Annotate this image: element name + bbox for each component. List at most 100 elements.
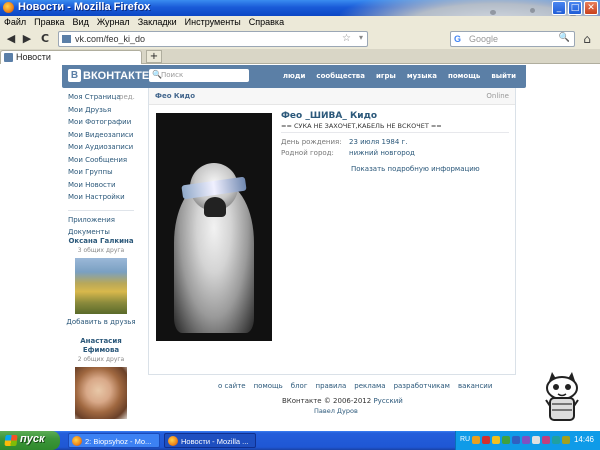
menu-item-apps[interactable]: Приложения	[68, 216, 138, 229]
url-text[interactable]: vk.com/feo_ki_do	[75, 34, 145, 44]
search-placeholder: Google	[469, 34, 499, 44]
friend-common: 3 общих друга	[77, 247, 125, 254]
menu-item-label: Моя Страница	[68, 93, 121, 101]
taskbar-clock[interactable]: 14:46	[574, 435, 594, 444]
friend-photo[interactable]	[75, 367, 127, 419]
footer-copyright: ВКонтакте © 2006-2012 Русский	[282, 397, 403, 405]
vk-nav-help[interactable]: помощь	[448, 72, 480, 80]
tab-bar: Новости +	[0, 49, 600, 64]
taskbar-item-label: 2: Biopsyhoz - Mo...	[85, 437, 152, 446]
home-icon[interactable]: ⌂	[580, 32, 594, 46]
footer-link-help[interactable]: помощь	[254, 382, 283, 390]
vk-logo-text: ВКОНТАКТЕ	[83, 69, 150, 82]
menu-item-friends[interactable]: Мои Друзья	[68, 106, 138, 119]
start-button[interactable]: пуск	[0, 431, 60, 450]
friend-name[interactable]: Оксана Галкина	[66, 237, 136, 246]
forward-icon[interactable]: ▶	[20, 31, 34, 47]
tray-app-icon[interactable]	[522, 436, 530, 444]
language-indicator[interactable]: RU	[460, 436, 470, 443]
field-value[interactable]: нижний новгород	[349, 149, 415, 157]
profile-divider	[281, 132, 509, 133]
vk-nav-music[interactable]: музыка	[407, 72, 437, 80]
footer-link-ads[interactable]: реклама	[354, 382, 385, 390]
profile-box: Фео Кидо Online Фео _ШИВА_ Кидо == СУКА …	[148, 88, 516, 375]
site-favicon-icon	[62, 35, 71, 43]
url-bar[interactable]: vk.com/feo_ki_do ☆ ▾	[58, 31, 368, 47]
footer-link-blog[interactable]: блог	[291, 382, 308, 390]
menu-tools[interactable]: Инструменты	[181, 16, 245, 29]
menu-item-my-page[interactable]: Моя Страница ред.	[68, 93, 138, 106]
bookmark-star-icon[interactable]: ☆	[342, 33, 351, 44]
footer-author-link[interactable]: Павел Дуров	[314, 407, 358, 415]
profile-status[interactable]: == СУКА НЕ ЗАХОЧЕТ,КАБЕЛЬ НЕ ВСКОЧЕТ ==	[281, 122, 442, 130]
footer-link-about[interactable]: о сайте	[218, 382, 246, 390]
friend-suggestion: Оксана Галкина 3 общих друга Добавить в …	[66, 237, 136, 326]
reload-icon[interactable]: C	[38, 31, 52, 47]
footer-link-jobs[interactable]: вакансии	[458, 382, 492, 390]
vk-favicon-icon	[4, 53, 13, 62]
friend-common: 2 общих друга	[77, 356, 125, 363]
tray-app-icon[interactable]	[472, 436, 480, 444]
friend-name[interactable]: Анастасия Ефимова	[66, 337, 136, 355]
menu-item-audio[interactable]: Мои Аудиозаписи	[68, 143, 138, 156]
vk-search-input[interactable]: 🔍 Поиск	[149, 69, 249, 82]
tab-news[interactable]: Новости	[0, 50, 142, 64]
tray-app-icon[interactable]	[502, 436, 510, 444]
tray-app-icon[interactable]	[552, 436, 560, 444]
menu-bookmarks[interactable]: Закладки	[134, 16, 181, 29]
friend-suggestion: Анастасия Ефимова 2 общих друга	[66, 337, 136, 419]
windows-flag-icon	[4, 435, 18, 446]
menu-edit-link[interactable]: ред.	[119, 93, 135, 101]
menu-item-messages[interactable]: Мои Сообщения	[68, 156, 138, 169]
menu-item-settings[interactable]: Мои Настройки	[68, 193, 138, 206]
cat-sticker-icon	[545, 372, 579, 421]
taskbar-item[interactable]: 2: Biopsyhoz - Mo...	[68, 433, 160, 448]
window-titlebar[interactable]: Новости - Mozilla Firefox	[0, 0, 600, 16]
field-value[interactable]: 23 июля 1984 г.	[349, 138, 407, 146]
menu-divider	[68, 209, 134, 211]
menu-item-news[interactable]: Мои Новости	[68, 181, 138, 194]
google-engine-icon[interactable]: G	[454, 34, 461, 44]
new-tab-button[interactable]: +	[146, 50, 162, 63]
tray-app-icon[interactable]	[562, 436, 570, 444]
back-icon[interactable]: ◀	[4, 31, 18, 47]
footer-link-rules[interactable]: правила	[316, 382, 347, 390]
profile-avatar[interactable]	[156, 113, 272, 341]
page-content: B ВКОНТАКТЕ 🔍 Поиск люди сообщества игры…	[0, 65, 600, 431]
menu-view[interactable]: Вид	[69, 16, 93, 29]
menu-history[interactable]: Журнал	[93, 16, 134, 29]
menu-item-videos[interactable]: Мои Видеозаписи	[68, 131, 138, 144]
show-more-info-link[interactable]: Показать подробную информацию	[351, 165, 480, 173]
vk-logo-mark: B	[68, 69, 81, 82]
profile-header-name: Фео Кидо	[155, 92, 196, 100]
profile-name: Фео _ШИВА_ Кидо	[281, 111, 378, 121]
url-history-dropdown-icon[interactable]: ▾	[359, 33, 363, 42]
menu-help[interactable]: Справка	[245, 16, 288, 29]
add-friend-link[interactable]: Добавить в друзья	[66, 318, 136, 326]
menu-item-photos[interactable]: Мои Фотографии	[68, 118, 138, 131]
tray-app-icon[interactable]	[542, 436, 550, 444]
firefox-icon	[72, 436, 82, 446]
footer-link-developers[interactable]: разработчикам	[394, 382, 450, 390]
vk-nav-people[interactable]: люди	[283, 72, 306, 80]
taskbar-item-active[interactable]: Новости - Mozilla ...	[164, 433, 256, 448]
vk-nav-communities[interactable]: сообщества	[316, 72, 365, 80]
tray-app-icon[interactable]	[532, 436, 540, 444]
menu-item-groups[interactable]: Мои Группы	[68, 168, 138, 181]
vk-nav-logout[interactable]: выйти	[491, 72, 516, 80]
firefox-icon	[168, 436, 178, 446]
tray-app-icon[interactable]	[482, 436, 490, 444]
tray-app-icon[interactable]	[492, 436, 500, 444]
search-box[interactable]: G Google 🔍	[450, 31, 575, 47]
vk-left-menu: Моя Страница ред. Мои Друзья Мои Фотогра…	[68, 93, 138, 241]
search-icon[interactable]: 🔍	[559, 33, 570, 43]
menu-edit[interactable]: Правка	[30, 16, 68, 29]
taskbar-item-label: Новости - Mozilla ...	[181, 437, 249, 446]
vk-logo[interactable]: B ВКОНТАКТЕ	[68, 69, 149, 82]
tray-app-icon[interactable]	[512, 436, 520, 444]
vk-nav-games[interactable]: игры	[376, 72, 396, 80]
tab-label: Новости	[16, 52, 51, 62]
language-link[interactable]: Русский	[373, 397, 402, 405]
friend-photo[interactable]	[75, 258, 127, 314]
menu-file[interactable]: Файл	[0, 16, 30, 29]
